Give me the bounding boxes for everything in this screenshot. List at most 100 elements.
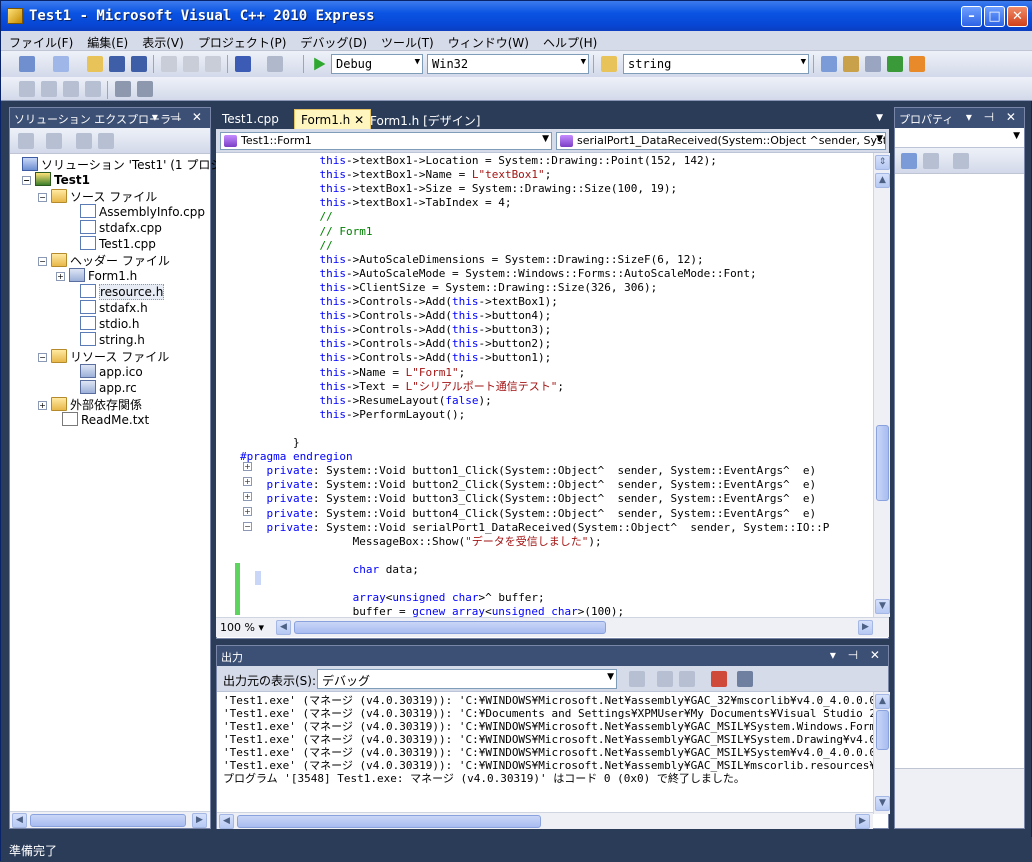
maximize-button[interactable]: □ bbox=[984, 6, 1005, 27]
categorized-icon[interactable] bbox=[901, 153, 917, 169]
toolbox-icon[interactable] bbox=[865, 56, 881, 72]
tree-file[interactable]: stdafx.h bbox=[80, 300, 148, 316]
output-source-combo[interactable]: デバッグ ▼ bbox=[317, 669, 617, 689]
save-all-icon[interactable] bbox=[131, 56, 147, 72]
undo-icon[interactable] bbox=[235, 56, 251, 72]
tree-header-folder[interactable]: − ヘッダー ファイル bbox=[38, 252, 170, 268]
property-pages-icon[interactable] bbox=[953, 153, 969, 169]
scroll-up-icon[interactable]: ▲ bbox=[875, 694, 890, 709]
fold-expand-icon[interactable]: + bbox=[243, 462, 252, 471]
menu-edit[interactable]: 編集(E) bbox=[79, 31, 134, 51]
output-vscroll[interactable]: ▲ ▼ bbox=[873, 692, 890, 814]
scroll-right-icon[interactable]: ▶ bbox=[192, 813, 207, 828]
redo-icon[interactable] bbox=[267, 56, 283, 72]
collapse-icon[interactable]: − bbox=[38, 353, 47, 362]
uncomment-icon[interactable] bbox=[137, 81, 153, 97]
scroll-up-icon[interactable]: ▲ bbox=[875, 173, 890, 188]
app-icon[interactable] bbox=[7, 8, 23, 24]
view-class-diagram-icon[interactable] bbox=[98, 133, 114, 149]
menu-window[interactable]: ウィンドウ(W) bbox=[440, 31, 535, 51]
expand-icon[interactable]: + bbox=[38, 401, 47, 410]
close-tab-icon[interactable]: ✕ bbox=[354, 113, 364, 127]
find-combo[interactable]: string ▼ bbox=[623, 54, 809, 74]
scroll-down-icon[interactable]: ▼ bbox=[875, 796, 890, 811]
panel-controls[interactable]: ▾ ⊣ ✕ bbox=[152, 110, 206, 124]
scroll-thumb[interactable] bbox=[876, 425, 889, 501]
new-project-icon[interactable] bbox=[19, 56, 35, 72]
member-combo[interactable]: serialPort1_DataReceived(System::Object … bbox=[556, 132, 886, 150]
scroll-thumb[interactable] bbox=[237, 815, 541, 828]
start-debug-icon[interactable] bbox=[314, 57, 326, 71]
output-hscroll[interactable]: ◀ ▶ bbox=[217, 812, 873, 829]
fold-expand-icon[interactable]: + bbox=[243, 477, 252, 486]
save-icon[interactable] bbox=[109, 56, 125, 72]
collapse-icon[interactable]: − bbox=[38, 193, 47, 202]
comment-icon[interactable] bbox=[115, 81, 131, 97]
menu-debug[interactable]: デバッグ(D) bbox=[292, 31, 373, 51]
tree-file[interactable]: AssemblyInfo.cpp bbox=[80, 204, 205, 220]
cut-icon[interactable] bbox=[161, 56, 177, 72]
menu-help[interactable]: ヘルプ(H) bbox=[535, 31, 603, 51]
scroll-left-icon[interactable]: ◀ bbox=[219, 814, 234, 829]
editor-vscroll[interactable]: ⇕ ▲ ▼ bbox=[873, 153, 890, 617]
tree-file-selected[interactable]: resource.h bbox=[80, 284, 165, 300]
solution-explorer-icon[interactable] bbox=[821, 56, 837, 72]
scroll-thumb[interactable] bbox=[30, 814, 186, 827]
clear-all-icon[interactable] bbox=[711, 671, 727, 687]
start-page-icon[interactable] bbox=[887, 56, 903, 72]
config-combo[interactable]: Debug ▼ bbox=[331, 54, 423, 74]
scroll-down-icon[interactable]: ▼ bbox=[875, 599, 890, 614]
tree-file[interactable]: app.rc bbox=[80, 380, 137, 396]
expand-icon[interactable]: + bbox=[56, 272, 65, 281]
fold-collapse-icon[interactable]: − bbox=[243, 522, 252, 531]
add-item-icon[interactable] bbox=[53, 56, 69, 72]
close-button[interactable]: ✕ bbox=[1007, 6, 1028, 27]
scroll-right-icon[interactable]: ▶ bbox=[858, 620, 873, 635]
refresh-icon[interactable] bbox=[76, 133, 92, 149]
collapse-icon[interactable]: − bbox=[22, 176, 31, 185]
next-message-icon[interactable] bbox=[679, 671, 695, 687]
menu-file[interactable]: ファイル(F) bbox=[1, 31, 79, 51]
collapse-icon[interactable]: − bbox=[38, 257, 47, 266]
object-member-icon[interactable] bbox=[19, 81, 35, 97]
tree-resource-folder[interactable]: − リソース ファイル bbox=[38, 348, 169, 364]
tree-file[interactable]: string.h bbox=[80, 332, 145, 348]
tab-list-icon[interactable]: ▼ bbox=[876, 113, 883, 123]
solution-hscroll[interactable]: ◀ ▶ bbox=[10, 811, 210, 828]
scroll-left-icon[interactable]: ◀ bbox=[12, 813, 27, 828]
complete-word-icon[interactable] bbox=[85, 81, 101, 97]
split-icon[interactable]: ⇕ bbox=[875, 155, 890, 170]
copy-icon[interactable] bbox=[183, 56, 199, 72]
tree-external-deps[interactable]: + 外部依存関係 bbox=[38, 396, 142, 412]
tab-form1-h[interactable]: Form1.h ✕ bbox=[294, 109, 372, 129]
tree-file[interactable]: app.ico bbox=[80, 364, 143, 380]
find-in-files-icon[interactable] bbox=[601, 56, 617, 72]
tree-file[interactable]: + Form1.h bbox=[56, 268, 137, 284]
minimize-button[interactable]: – bbox=[961, 6, 982, 27]
platform-combo[interactable]: Win32 ▼ bbox=[427, 54, 589, 74]
open-folder-icon[interactable] bbox=[87, 56, 103, 72]
fold-expand-icon[interactable]: + bbox=[243, 507, 252, 516]
prev-message-icon[interactable] bbox=[657, 671, 673, 687]
tab-form1-h-design[interactable]: Form1.h [デザイン] bbox=[364, 109, 486, 129]
output-text[interactable]: 'Test1.exe' (マネージ (v4.0.30319)): 'C:¥WIN… bbox=[223, 694, 873, 806]
menu-project[interactable]: プロジェクト(P) bbox=[190, 31, 293, 51]
properties-icon[interactable] bbox=[843, 56, 859, 72]
tree-file[interactable]: stdio.h bbox=[80, 316, 139, 332]
tree-file[interactable]: Test1.cpp bbox=[80, 236, 156, 252]
panel-controls[interactable]: ▾ ⊣ ✕ bbox=[830, 648, 884, 662]
scroll-thumb[interactable] bbox=[876, 710, 889, 750]
extension-icon[interactable] bbox=[909, 56, 925, 72]
panel-controls[interactable]: ▾ ⊣ ✕ bbox=[966, 110, 1020, 124]
tab-test1-cpp[interactable]: Test1.cpp bbox=[216, 109, 285, 129]
quick-info-icon[interactable] bbox=[63, 81, 79, 97]
scroll-left-icon[interactable]: ◀ bbox=[276, 620, 291, 635]
zoom-combo[interactable]: 100 % ▾ bbox=[220, 621, 264, 634]
class-combo[interactable]: Test1::Form1 ▼ bbox=[220, 132, 552, 150]
fold-expand-icon[interactable]: + bbox=[243, 492, 252, 501]
menu-tools[interactable]: ツール(T) bbox=[373, 31, 440, 51]
tree-file[interactable]: ReadMe.txt bbox=[62, 412, 149, 428]
scroll-thumb[interactable] bbox=[294, 621, 606, 634]
tree-file[interactable]: stdafx.cpp bbox=[80, 220, 162, 236]
show-all-files-icon[interactable] bbox=[46, 133, 62, 149]
